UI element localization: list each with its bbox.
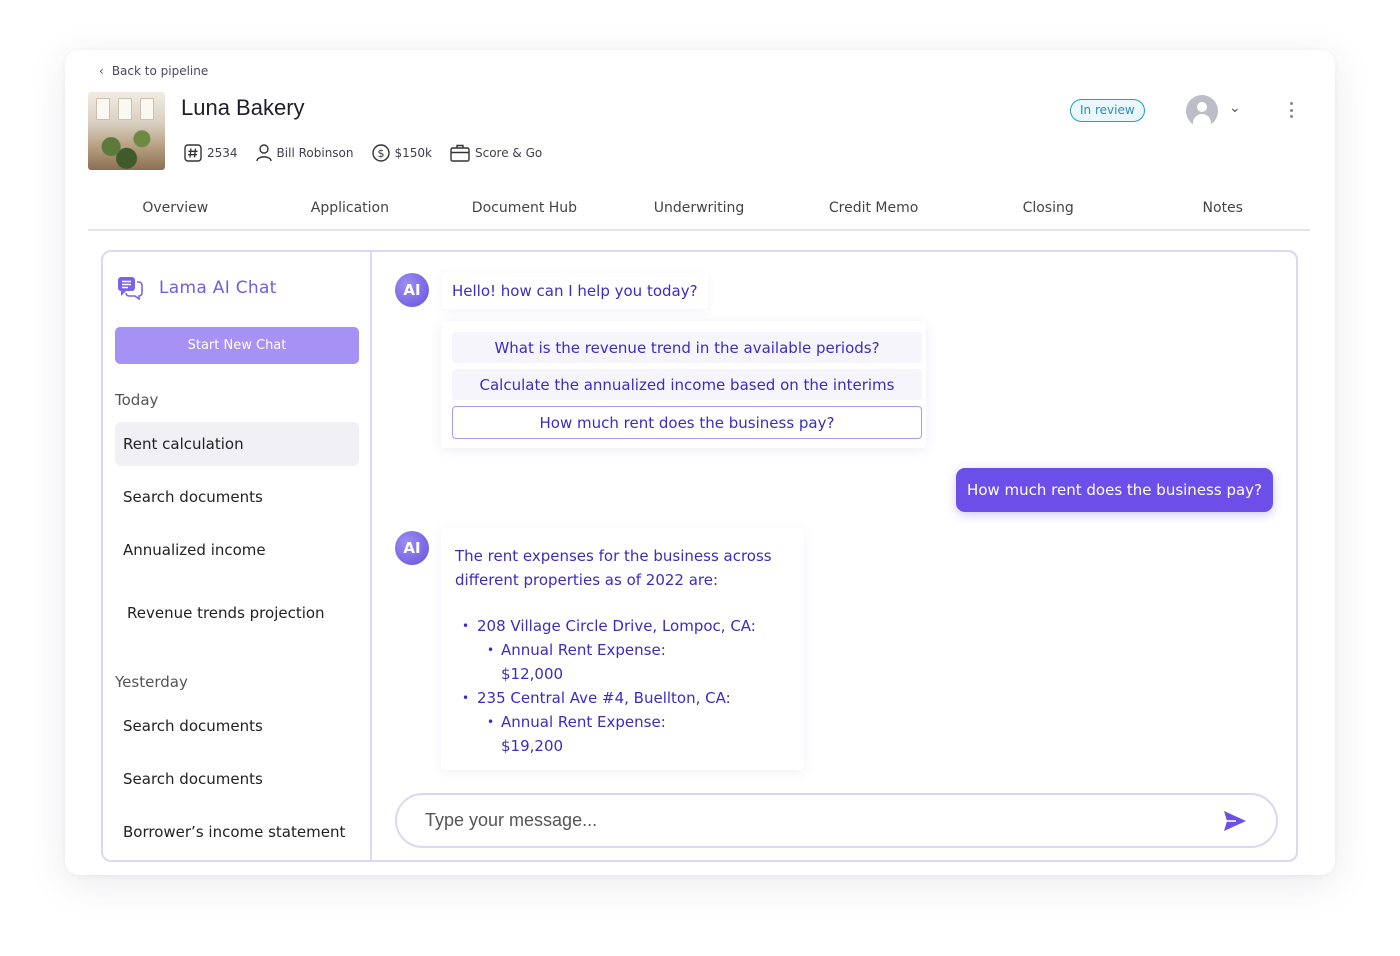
send-icon[interactable]	[1222, 808, 1248, 834]
ai-avatar: AI	[395, 273, 429, 307]
history-item[interactable]: Rent calculation	[115, 422, 359, 466]
tab-notes[interactable]: Notes	[1135, 190, 1310, 229]
history-item[interactable]: Search documents	[115, 475, 359, 519]
deal-meta: 2534 Bill Robinson $ $150k Score & Go	[184, 144, 542, 162]
suggestions-list: What is the revenue trend in the availab…	[441, 321, 926, 448]
meta-amount: $ $150k	[371, 144, 433, 162]
business-photo	[88, 92, 165, 170]
meta-product-value: Score & Go	[475, 146, 543, 160]
history-item[interactable]: Annualized income	[115, 528, 359, 572]
suggestion-chip[interactable]: How much rent does the business pay?	[452, 406, 922, 439]
property-list: 208 Village Circle Drive, Lompoc, CA: An…	[455, 614, 790, 758]
rent-expense-item: Annual Rent Expense: $19,200	[477, 710, 790, 758]
back-link-label: Back to pipeline	[111, 64, 209, 78]
tab-application[interactable]: Application	[263, 190, 438, 229]
tab-overview[interactable]: Overview	[88, 190, 263, 229]
property-address: 208 Village Circle Drive, Lompoc, CA:	[477, 617, 756, 635]
history-item[interactable]: Revenue trends projection	[115, 591, 359, 635]
svg-text:$: $	[377, 147, 384, 160]
message-input[interactable]	[425, 810, 1222, 831]
deal-card: ‹ Back to pipeline Luna Bakery 2534 Bill…	[65, 50, 1335, 875]
chat-panel: Lama AI Chat Start New Chat Today Rent c…	[101, 250, 1298, 862]
rent-expense-value: $19,200	[501, 737, 564, 755]
chat-sidebar: Lama AI Chat Start New Chat Today Rent c…	[103, 252, 372, 860]
answer-intro: The rent expenses for the business acros…	[455, 547, 772, 589]
property-item: 235 Central Ave #4, Buellton, CA: Annual…	[455, 686, 790, 758]
section-label-today: Today	[115, 391, 159, 409]
avatar[interactable]	[1186, 95, 1218, 127]
status-badge: In review	[1070, 99, 1145, 122]
chat-sidebar-title: Lama AI Chat	[159, 278, 277, 298]
meta-product: Score & Go	[450, 144, 542, 162]
start-new-chat-button[interactable]: Start New Chat	[115, 327, 359, 364]
tab-underwriting[interactable]: Underwriting	[612, 190, 787, 229]
history-item[interactable]: Borrower’s income statement	[115, 810, 359, 854]
briefcase-icon	[450, 144, 470, 162]
ai-greeting-message: Hello! how can I help you today?	[442, 273, 708, 309]
property-address: 235 Central Ave #4, Buellton, CA:	[477, 689, 731, 707]
rent-expense-label: Annual Rent Expense:	[501, 713, 666, 731]
chat-bubbles-icon	[118, 277, 143, 300]
hash-icon	[184, 144, 202, 162]
chevron-left-icon: ‹	[99, 64, 104, 78]
history-item[interactable]: Search documents	[115, 757, 359, 801]
ai-avatar: AI	[395, 531, 429, 565]
user-message: How much rent does the business pay?	[956, 468, 1273, 512]
history-item[interactable]: Search documents	[115, 704, 359, 748]
meta-owner-value: Bill Robinson	[276, 146, 354, 160]
meta-id-value: 2534	[207, 146, 238, 160]
user-icon	[255, 144, 272, 162]
back-link[interactable]: ‹ Back to pipeline	[99, 64, 208, 78]
chevron-down-icon[interactable]: ⌄	[1229, 100, 1241, 116]
message-composer	[395, 793, 1278, 848]
tab-credit-memo[interactable]: Credit Memo	[786, 190, 961, 229]
tab-document-hub[interactable]: Document Hub	[437, 190, 612, 229]
suggestion-chip[interactable]: Calculate the annualized income based on…	[452, 369, 922, 400]
rent-expense-label: Annual Rent Expense:	[501, 641, 666, 659]
ai-answer-message: The rent expenses for the business acros…	[441, 528, 804, 770]
section-label-yesterday: Yesterday	[115, 673, 188, 691]
more-options-icon[interactable]	[1283, 98, 1299, 122]
tab-bar: Overview Application Document Hub Underw…	[88, 190, 1310, 231]
tab-closing[interactable]: Closing	[961, 190, 1136, 229]
property-item: 208 Village Circle Drive, Lompoc, CA: An…	[455, 614, 790, 686]
chat-thread: AI Hello! how can I help you today? What…	[374, 252, 1296, 860]
meta-id: 2534	[184, 144, 238, 162]
meta-owner: Bill Robinson	[255, 144, 354, 162]
meta-amount-value: $150k	[394, 146, 433, 160]
suggestion-chip[interactable]: What is the revenue trend in the availab…	[452, 332, 922, 363]
chat-sidebar-header: Lama AI Chat	[117, 276, 277, 300]
dollar-circle-icon: $	[371, 144, 390, 162]
rent-expense-value: $12,000	[501, 665, 564, 683]
rent-expense-item: Annual Rent Expense: $12,000	[477, 638, 790, 686]
page-title: Luna Bakery	[181, 95, 305, 120]
